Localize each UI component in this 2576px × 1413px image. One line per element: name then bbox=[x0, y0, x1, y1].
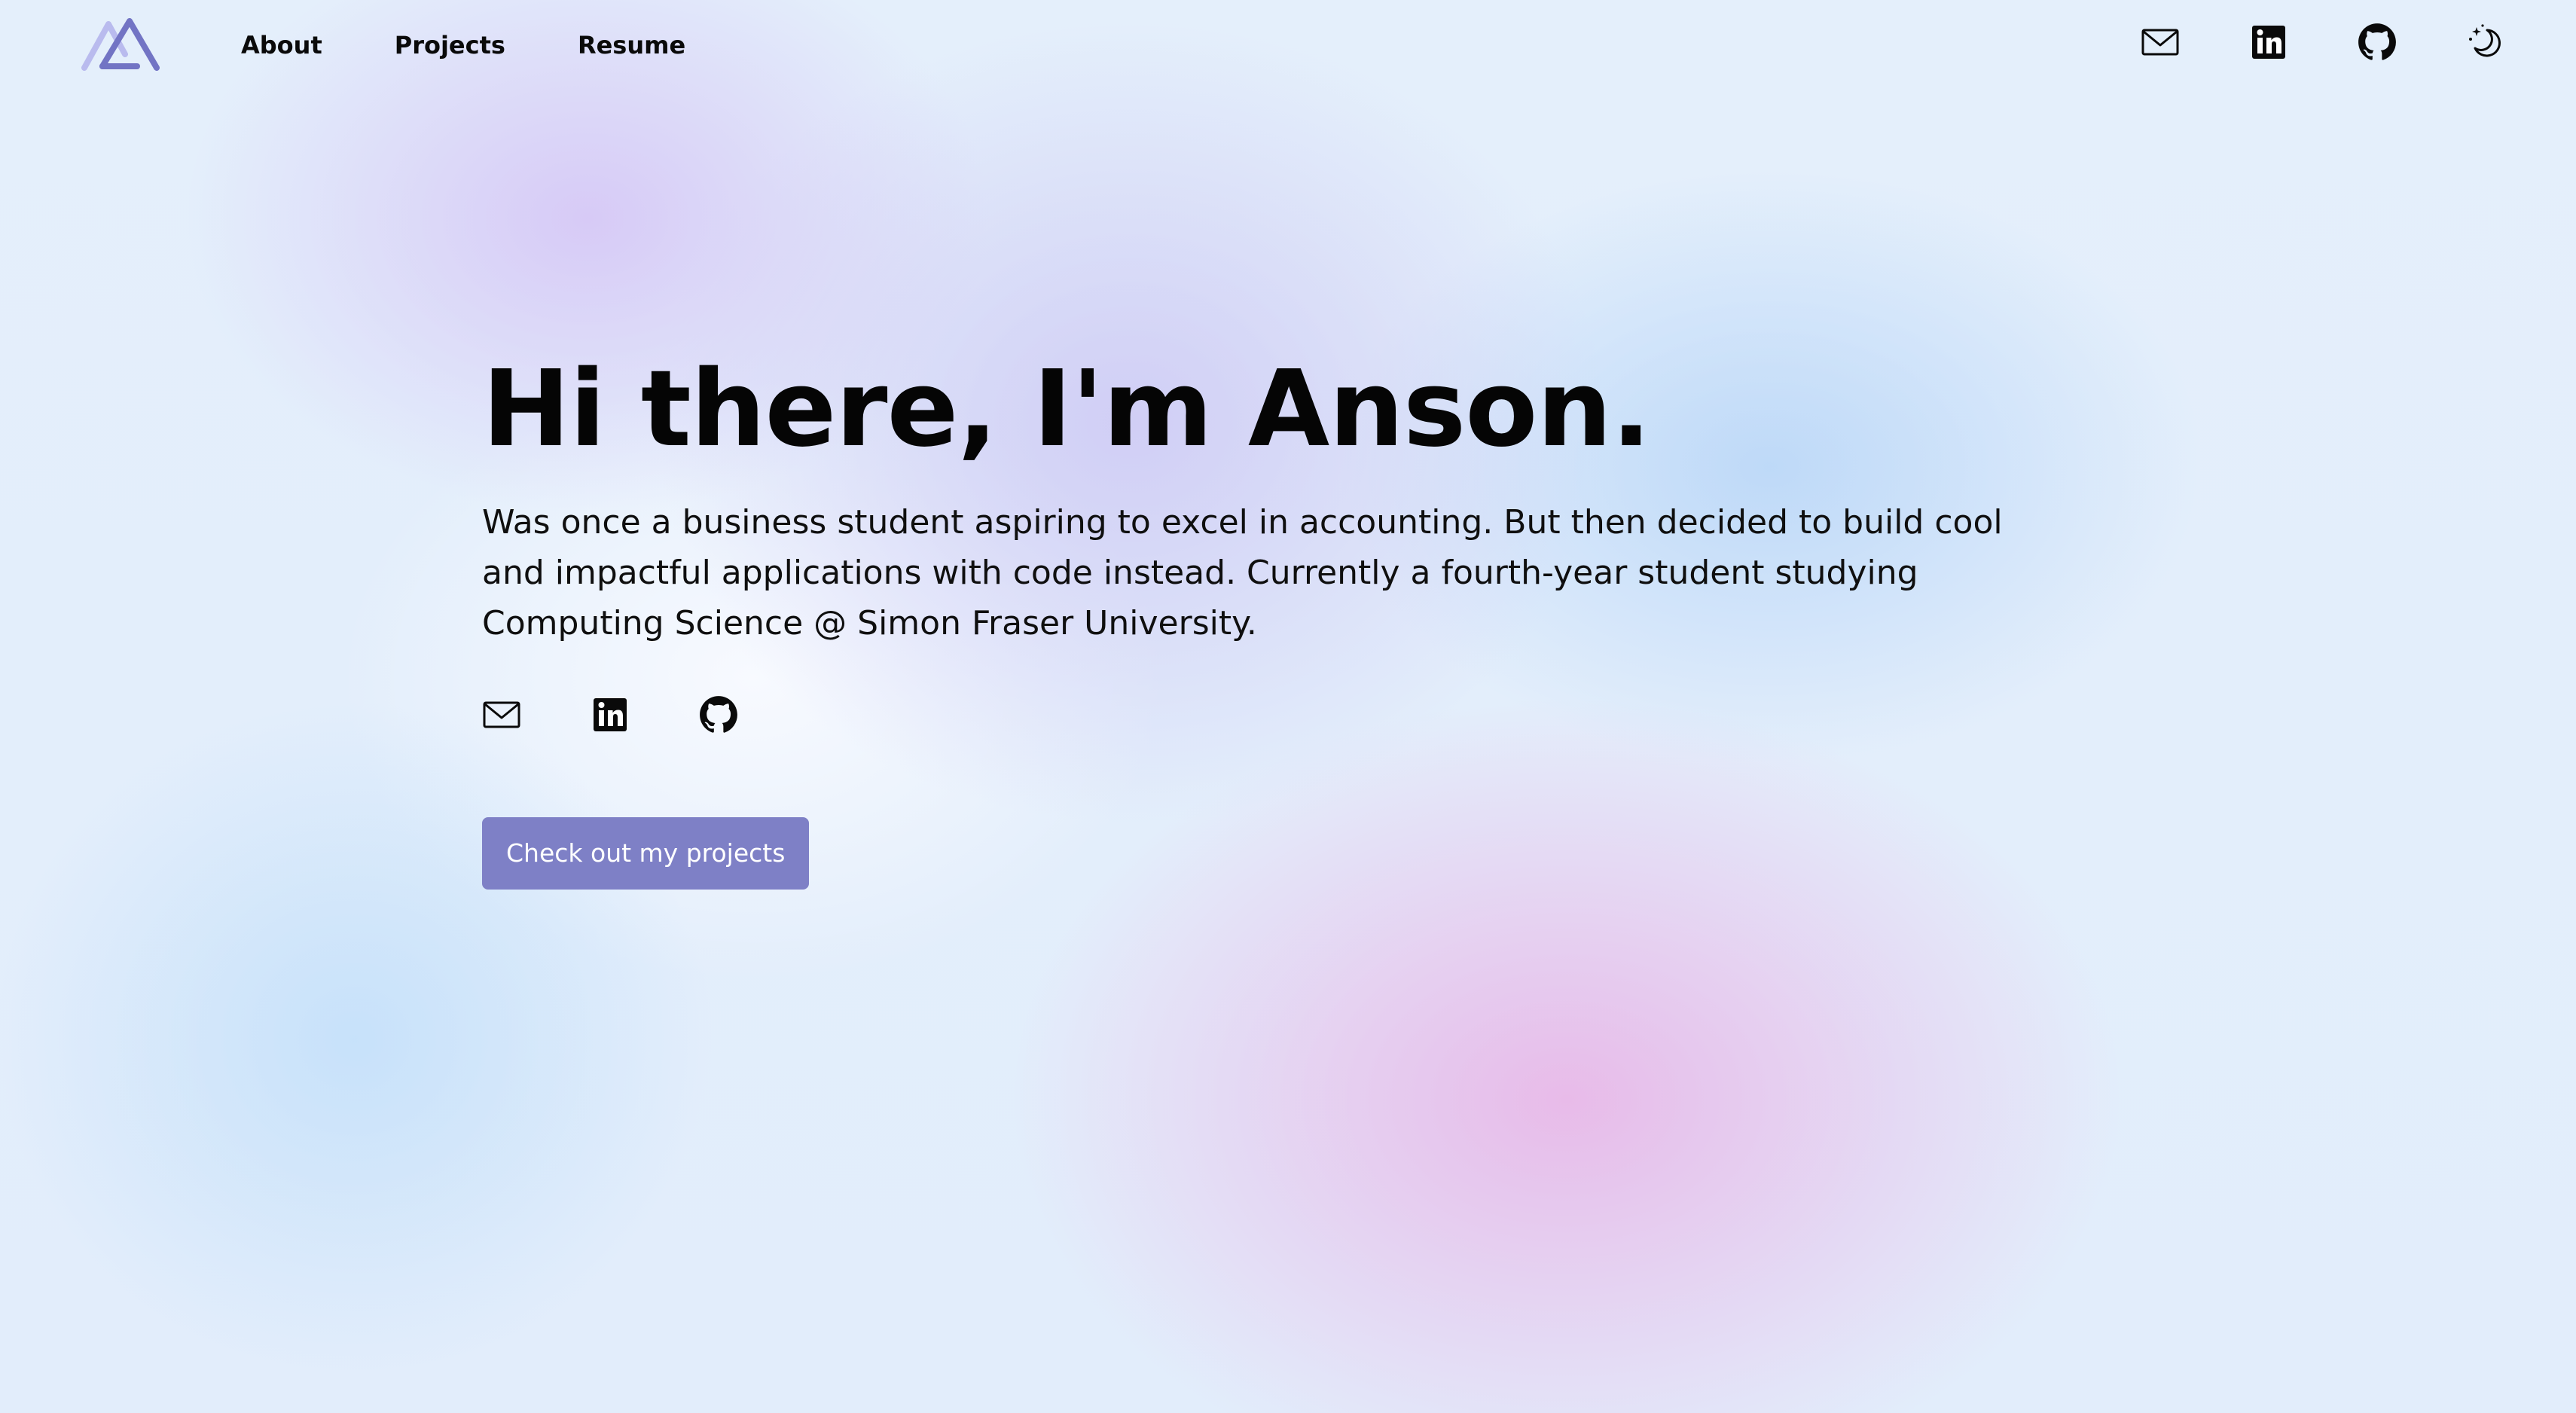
hero-section: Hi there, I'm Anson. Was once a business… bbox=[482, 346, 2064, 890]
mail-icon[interactable] bbox=[482, 695, 521, 734]
nav-links: About Projects Resume bbox=[241, 27, 685, 63]
navbar: About Projects Resume bbox=[0, 0, 2576, 90]
nav-link-projects[interactable]: Projects bbox=[395, 27, 505, 63]
nav-social-icons bbox=[2141, 23, 2505, 62]
check-out-projects-button[interactable]: Check out my projects bbox=[482, 817, 810, 890]
linkedin-icon[interactable] bbox=[2249, 23, 2288, 62]
mountain-logo-icon[interactable] bbox=[81, 18, 160, 71]
hero-title: Hi there, I'm Anson. bbox=[482, 348, 1651, 471]
github-icon[interactable] bbox=[699, 695, 738, 734]
linkedin-icon[interactable] bbox=[591, 695, 630, 734]
theme-toggle-moon-icon[interactable] bbox=[2466, 23, 2505, 62]
mail-icon[interactable] bbox=[2141, 23, 2180, 62]
github-icon[interactable] bbox=[2358, 23, 2397, 62]
hero-description: Was once a business student aspiring to … bbox=[482, 503, 2003, 642]
hero-social-icons bbox=[482, 695, 2064, 734]
nav-link-about[interactable]: About bbox=[241, 27, 322, 63]
nav-link-resume[interactable]: Resume bbox=[578, 27, 685, 63]
